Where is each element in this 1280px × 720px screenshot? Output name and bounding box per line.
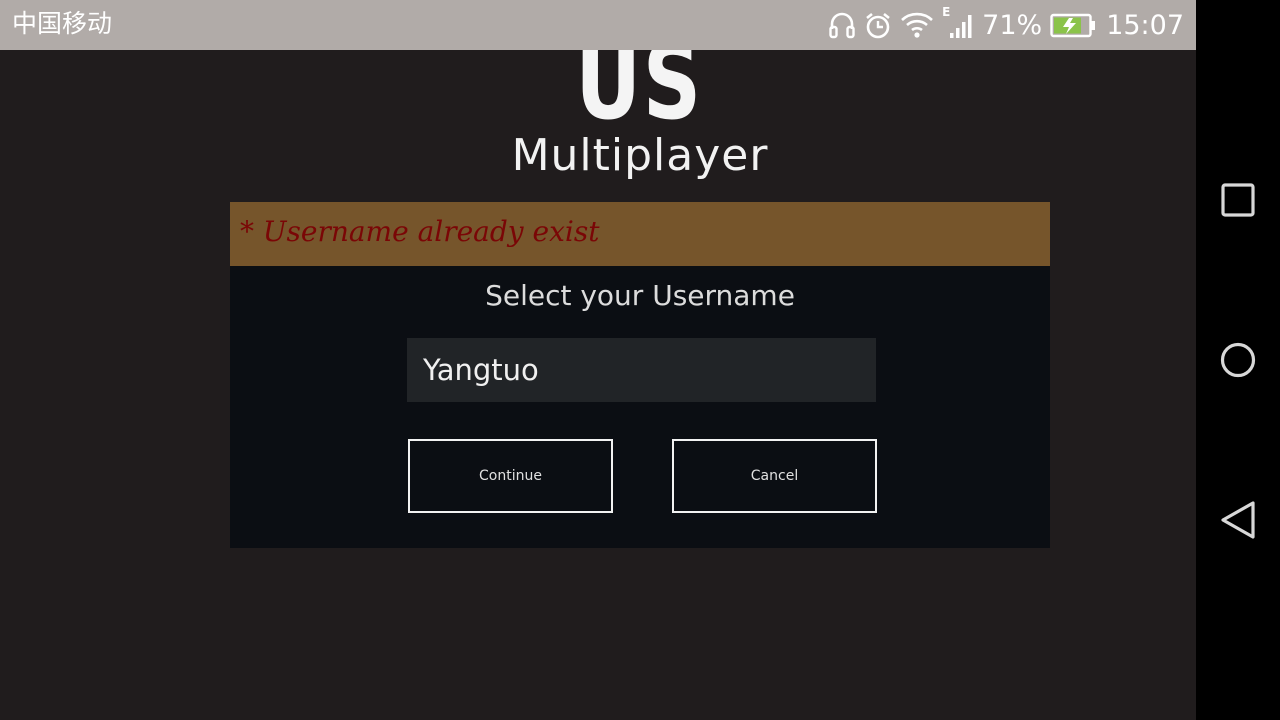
username-dialog: Select your Username Continue Cancel: [230, 266, 1050, 548]
error-message: * Username already exist: [240, 215, 600, 248]
home-icon[interactable]: [1210, 332, 1266, 388]
cancel-button[interactable]: Cancel: [672, 439, 877, 513]
headset-icon: [828, 9, 856, 41]
game-title: AFTER US: [575, 50, 703, 130]
alarm-icon: [864, 9, 892, 41]
back-icon[interactable]: [1210, 492, 1266, 548]
signal-icon: E: [942, 5, 974, 41]
recents-icon[interactable]: [1210, 172, 1266, 228]
battery-charging-icon: [1050, 9, 1096, 41]
status-icons: E 71% 15:07: [820, 5, 1184, 43]
navigation-bar: [1196, 0, 1280, 720]
error-banner: * Username already exist: [230, 202, 1050, 266]
network-type-label: E: [942, 5, 951, 19]
game-screen: 中国移动 E 71% 15:07 US Multiplayer * Userna…: [0, 0, 1196, 720]
username-input[interactable]: [407, 338, 876, 402]
game-logo: AFTER US: [466, 50, 812, 130]
game-subtitle: Multiplayer: [511, 130, 769, 181]
status-bar: 中国移动 E 71% 15:07: [0, 0, 1196, 50]
battery-percent: 71%: [982, 9, 1043, 41]
clock: 15:07: [1106, 9, 1184, 41]
dialog-title: Select your Username: [485, 279, 795, 312]
continue-button[interactable]: Continue: [408, 439, 613, 513]
wifi-icon: [900, 9, 934, 41]
carrier-label: 中国移动: [12, 9, 113, 38]
